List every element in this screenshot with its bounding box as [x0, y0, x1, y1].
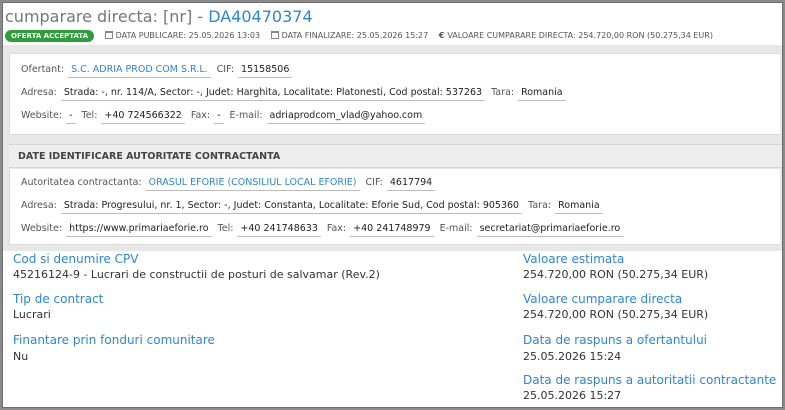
purchase-value-meta-text: VALOARE CUMPARARE DIRECTA: 254.720,00 RO…: [447, 31, 713, 40]
authority-email-label: E-mail:: [439, 223, 473, 234]
offerer-name-row: Ofertant: S.C. ADRIA PROD COM S.R.L. CIF: 1…: [21, 61, 298, 79]
offerer-panel: Ofertant: S.C. ADRIA PROD COM S.R.L. CIF: 1…: [9, 53, 780, 135]
authority-address-label: Adresa:: [21, 200, 57, 211]
authority-name-row: Autoritatea contractanta: ORASUL EFORIE (…: [21, 174, 441, 192]
authority-label: Autoritatea contractanta:: [21, 177, 142, 188]
final-date: DATA FINALIZARE: 25.05.2026 15:27: [270, 31, 429, 40]
offerer-email: adriaprodcom_vlad@yahoo.com: [266, 108, 426, 124]
authority-panel: Autoritatea contractanta: ORASUL EFORIE (…: [9, 169, 780, 245]
authority-address: Strada: Progresului, nr. 1, Sector: -, J…: [60, 198, 523, 214]
authority-fax-label: Fax:: [326, 223, 347, 234]
offerer-cif-label: CIF:: [216, 64, 235, 75]
offerer-country: Romania: [518, 85, 566, 101]
estimated-value-label: Valoare estimata: [523, 252, 625, 266]
authority-reply-value: 25.05.2026 15:27: [523, 389, 622, 402]
authority-fax: +40 241748979: [350, 221, 434, 237]
meta-bar: OFERTA ACCEPTATA DATA PUBLICARE: 25.05.2…: [5, 27, 780, 45]
offerer-contact-row: Website: - Tel: +40 724566322 Fax: - E-mail: ad…: [21, 107, 431, 125]
euro-icon: €: [438, 31, 445, 40]
title-prefix: cumparare directa: [nr] -: [5, 7, 204, 26]
offerer-fax-label: Fax:: [190, 110, 211, 121]
purchase-value-label: Valoare cumparare directa: [523, 292, 683, 306]
offerer-website-label: Website:: [21, 110, 63, 121]
authority-tel-label: Tel:: [217, 223, 234, 234]
authority-cif: 4617794: [386, 175, 436, 191]
offerer-tel: +40 724566322: [101, 108, 185, 124]
calendar-icon: [104, 31, 113, 39]
authority-website: https://www.primariaeforie.ro: [66, 221, 212, 237]
authority-section-header: DATE IDENTIFICARE AUTORITATE CONTRACTANT…: [9, 144, 782, 168]
publish-date: DATA PUBLICARE: 25.05.2026 13:03: [104, 31, 261, 40]
authority-name-link[interactable]: ORASUL EFORIE (CONSILIUL LOCAL EFORIE): [145, 175, 360, 191]
eu-funds-label: Finantare prin fonduri comunitare: [13, 333, 215, 347]
purchase-value-meta: € VALOARE CUMPARARE DIRECTA: 254.720,00 R…: [439, 31, 713, 40]
publish-date-text: DATA PUBLICARE: 25.05.2026 13:03: [115, 31, 261, 40]
offerer-email-label: E-mail:: [229, 110, 263, 121]
offerer-reply-label: Data de raspuns a ofertantului: [523, 333, 708, 347]
status-badge: OFERTA ACCEPTATA: [5, 30, 95, 42]
contract-type-value: Lucrari: [13, 308, 51, 321]
offerer-website: -: [66, 108, 76, 124]
authority-contact-row: Website: https://www.primariaeforie.ro Tel…: [21, 220, 629, 238]
cpv-label: Cod si denumire CPV: [13, 252, 139, 266]
purchase-value: 254.720,00 RON (50.275,34 EUR): [523, 308, 709, 321]
authority-country: Romania: [555, 198, 603, 214]
authority-tel: +40 241748633: [237, 221, 321, 237]
offerer-label: Ofertant:: [21, 64, 65, 75]
eu-funds-value: Nu: [13, 350, 29, 363]
authority-country-label: Tara:: [528, 200, 552, 211]
offerer-name-link[interactable]: S.C. ADRIA PROD COM S.R.L.: [68, 62, 211, 78]
authority-address-row: Adresa: Strada: Progresului, nr. 1, Secto…: [21, 197, 609, 215]
estimated-value: 254.720,00 RON (50.275,34 EUR): [523, 268, 709, 281]
offerer-address-label: Adresa:: [21, 87, 57, 98]
authority-email: secretariat@primariaeforie.ro: [476, 221, 624, 237]
procurement-detail-window: cumparare directa: [nr] - DA40470374 OFE…: [2, 2, 783, 408]
contract-type-label: Tip de contract: [13, 292, 104, 306]
cpv-value: 45216124-9 - Lucrari de constructii de p…: [13, 268, 380, 281]
procurement-code: DA40470374: [208, 7, 313, 26]
offerer-address: Strada: -, nr. 114/A, Sector: -, Judet: …: [60, 85, 486, 101]
offerer-reply-value: 25.05.2026 15:24: [523, 350, 622, 363]
offerer-address-row: Adresa: Strada: -, nr. 114/A, Sector: -, …: [21, 84, 572, 102]
offerer-tel-label: Tel:: [81, 110, 98, 121]
authority-cif-label: CIF:: [365, 177, 383, 188]
calendar-icon: [270, 31, 279, 39]
offerer-cif: 15158506: [238, 62, 293, 78]
authority-reply-label: Data de raspuns a autoritatii contractan…: [523, 373, 777, 387]
offerer-country-label: Tara:: [491, 87, 515, 98]
final-date-text: DATA FINALIZARE: 25.05.2026 15:27: [281, 31, 429, 40]
offerer-fax: -: [214, 108, 224, 124]
authority-website-label: Website:: [21, 223, 63, 234]
